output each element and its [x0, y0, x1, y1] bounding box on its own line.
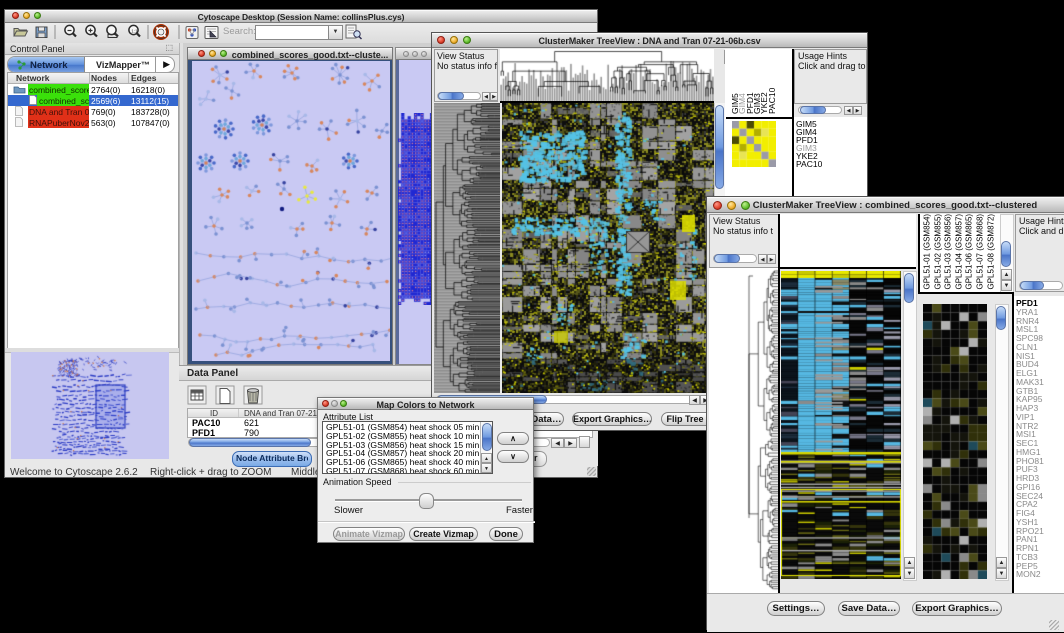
svg-text:1:1: 1:1	[131, 29, 138, 34]
